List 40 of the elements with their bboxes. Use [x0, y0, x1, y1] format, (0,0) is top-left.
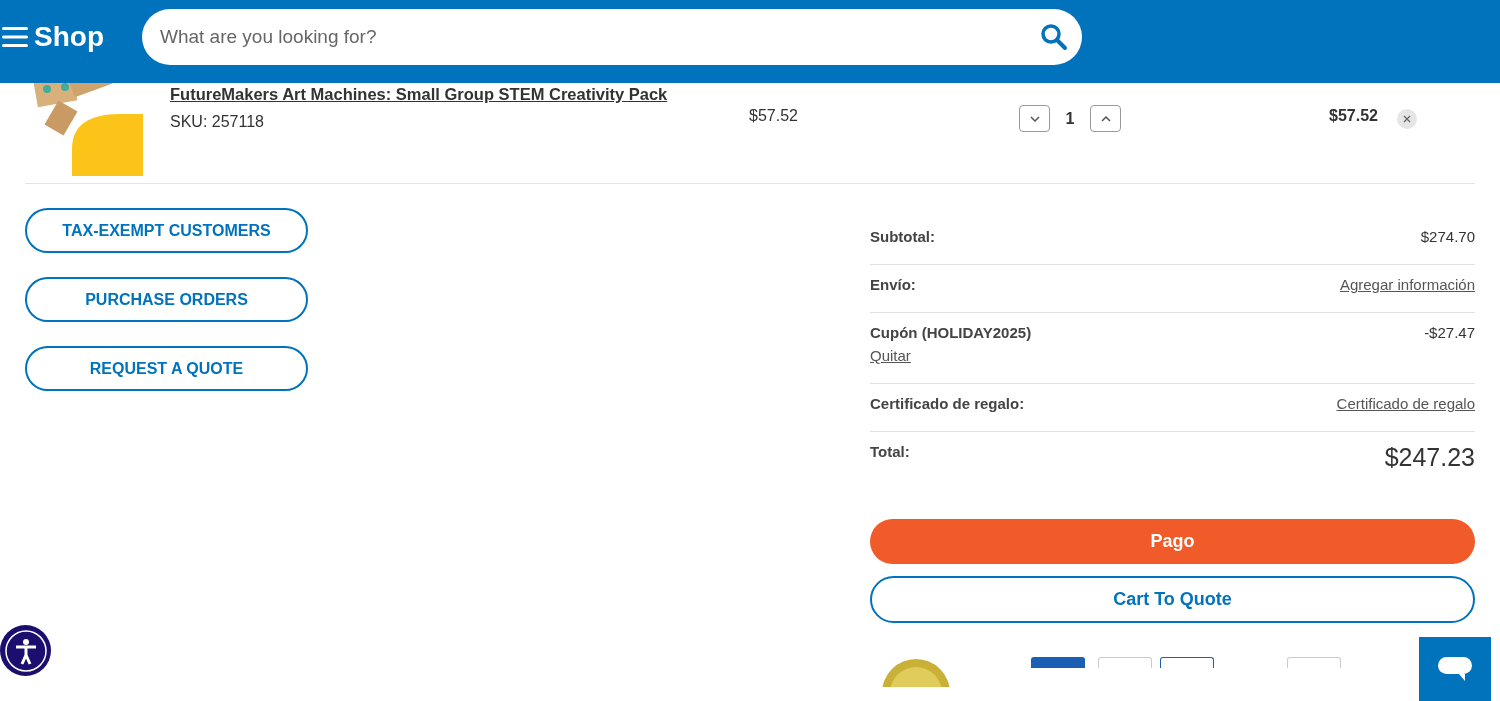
card-icon — [1031, 657, 1085, 668]
coupon-label: Cupón (HOLIDAY2025) — [870, 324, 1032, 341]
remove-coupon-link[interactable]: Quitar — [870, 347, 1032, 364]
checkout-button[interactable]: Pago — [870, 519, 1475, 564]
summary-value: $274.70 — [1420, 228, 1475, 245]
chat-button[interactable] — [1419, 637, 1491, 701]
discount-value: -$27.47 — [1424, 324, 1475, 343]
chat-icon — [1437, 655, 1473, 683]
shop-menu-button[interactable]: Shop — [0, 20, 104, 53]
accessibility-icon — [3, 628, 48, 673]
seal-icon — [882, 657, 952, 687]
card-icon — [1160, 657, 1214, 668]
remove-button[interactable] — [1397, 109, 1417, 129]
accessibility-button[interactable] — [0, 625, 51, 676]
line-total: $57.52 — [1329, 107, 1378, 124]
total-label: Total: — [870, 443, 910, 462]
product-title-link[interactable]: FutureMakers Art Machines: Small Group STEM Creativity Pack — [170, 85, 668, 103]
summary-label: Certificado de regalo: — [870, 395, 1025, 412]
chevron-down-icon — [1029, 115, 1040, 122]
increase-button[interactable] — [1090, 105, 1121, 132]
decrease-button[interactable] — [1019, 105, 1050, 132]
action-button[interactable]: REQUEST A QUOTE — [25, 346, 308, 391]
cart-to-quote-button[interactable]: Cart To Quote — [870, 576, 1475, 623]
action-button[interactable]: PURCHASE ORDERS — [25, 277, 308, 322]
card-icon — [1098, 657, 1152, 668]
chevron-up-icon — [1100, 115, 1111, 122]
summary-label: Subtotal: — [870, 228, 935, 245]
quantity-value: 1 — [1064, 109, 1076, 129]
search-field[interactable]: What are you looking for? — [142, 8, 1082, 65]
card-icon — [1287, 657, 1341, 668]
product-sku: SKU: 257118 — [170, 113, 264, 131]
menu-icon — [2, 25, 28, 48]
summary-label: Envío: — [870, 276, 916, 293]
unit-price: $57.52 — [749, 107, 798, 124]
action-button[interactable]: TAX-EXEMPT CUSTOMERS — [25, 208, 308, 253]
summary-link[interactable]: Agregar información — [1339, 276, 1475, 293]
search-icon[interactable] — [1040, 22, 1068, 51]
summary-link[interactable]: Certificado de regalo — [1336, 395, 1475, 412]
close-icon — [1403, 115, 1411, 123]
total-value: $247.23 — [1384, 443, 1475, 472]
